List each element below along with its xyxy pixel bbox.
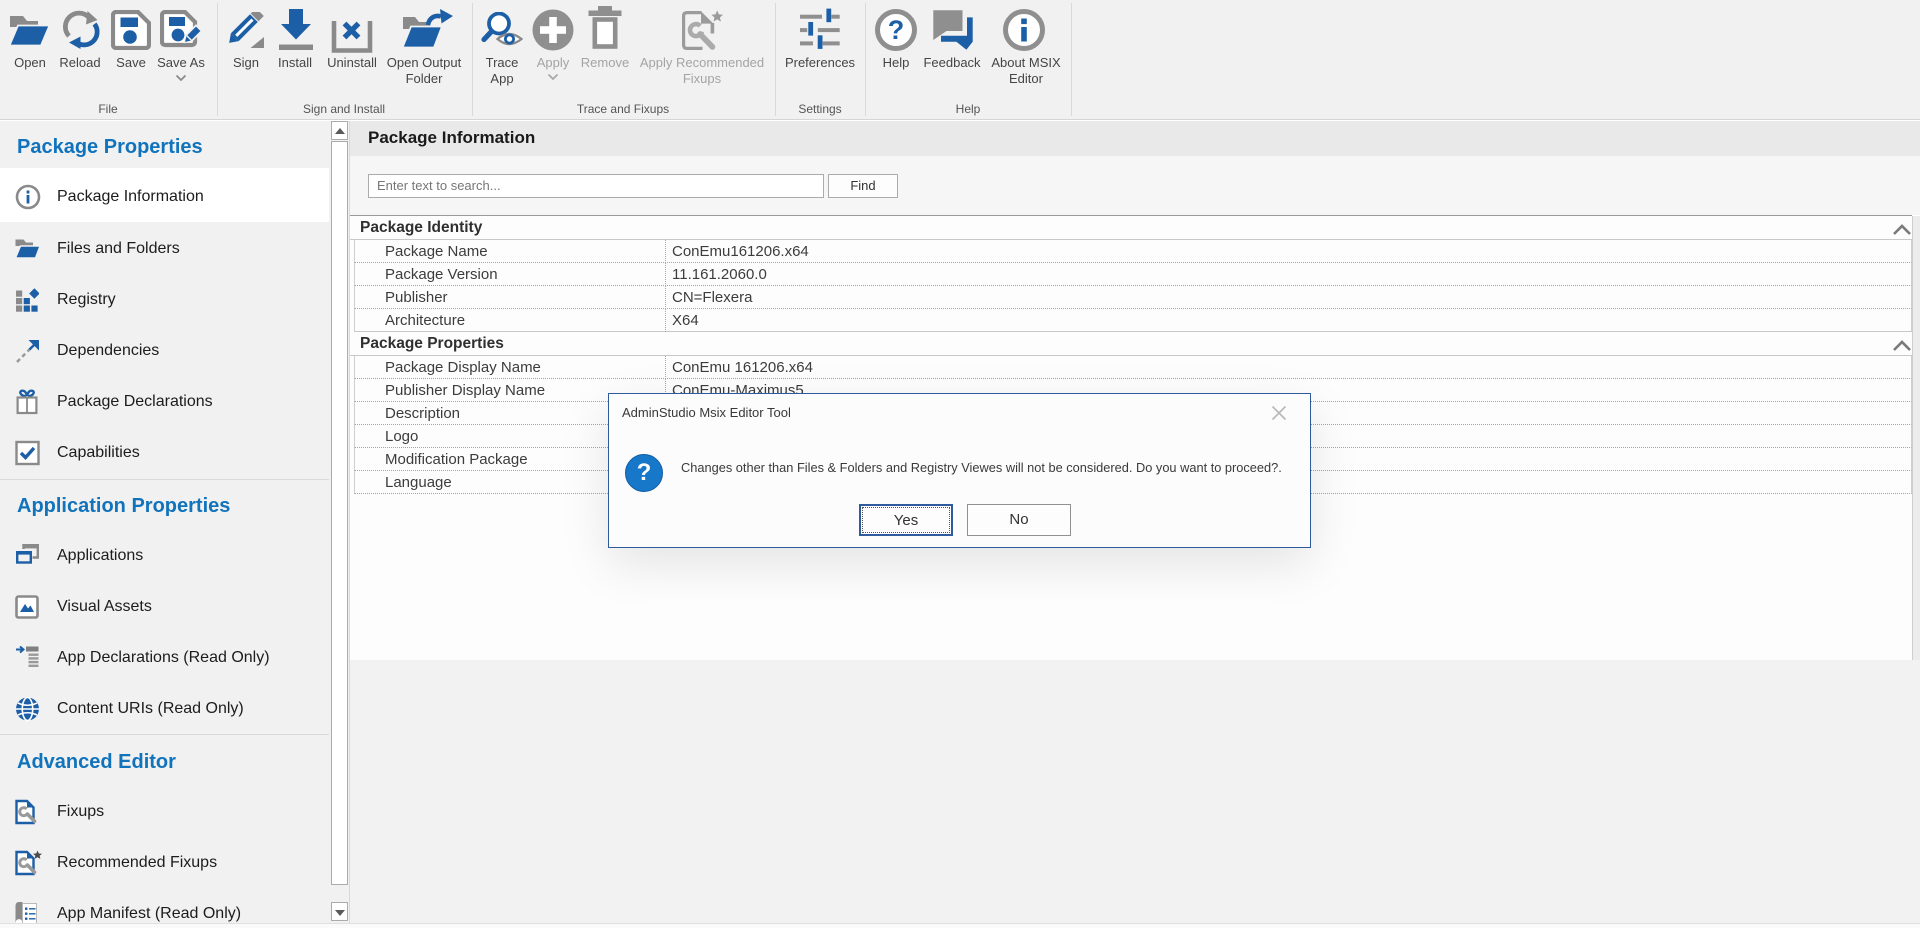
svg-text:?: ? [888, 15, 905, 45]
